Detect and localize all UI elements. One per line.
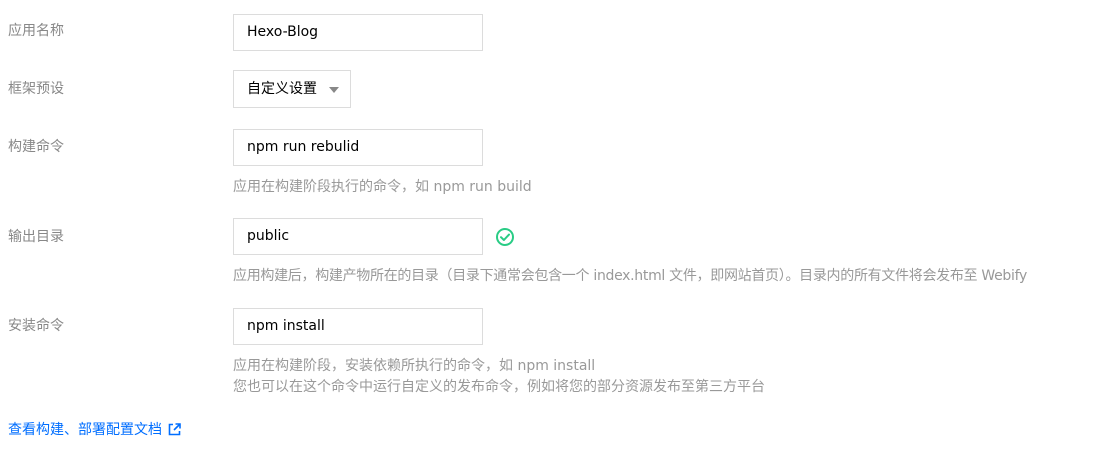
app-name-input[interactable]: Hexo-Blog [233,14,483,51]
install-command-hint-line2: 您也可以在这个命令中运行自定义的发布命令，例如将您的部分资源发布至第三方平台 [233,379,765,395]
framework-select-value: 自定义设置 [247,81,317,97]
config-docs-link[interactable]: 查看构建、部署配置文档 [8,420,181,440]
install-command-label: 安装命令 [8,318,64,334]
install-command-hint-line1: 应用在构建阶段，安装依赖所执行的命令，如 npm install [233,358,596,374]
output-dir-hint: 应用构建后，构建产物所在的目录（目录下通常会包含一个 index.html 文件… [233,268,1027,284]
output-dir-label: 输出目录 [8,229,64,245]
external-link-icon [168,423,181,436]
check-circle-icon [495,227,515,247]
output-dir-input[interactable]: public [233,218,483,255]
build-command-input[interactable]: npm run rebulid [233,129,483,166]
framework-label: 框架预设 [8,81,64,97]
app-name-label: 应用名称 [8,23,64,39]
caret-down-icon [329,87,339,93]
config-docs-link-label: 查看构建、部署配置文档 [8,422,162,438]
build-command-hint: 应用在构建阶段执行的命令，如 npm run build [233,179,532,195]
framework-select[interactable]: 自定义设置 [233,70,351,108]
build-command-label: 构建命令 [8,139,64,155]
install-command-input[interactable]: npm install [233,308,483,345]
